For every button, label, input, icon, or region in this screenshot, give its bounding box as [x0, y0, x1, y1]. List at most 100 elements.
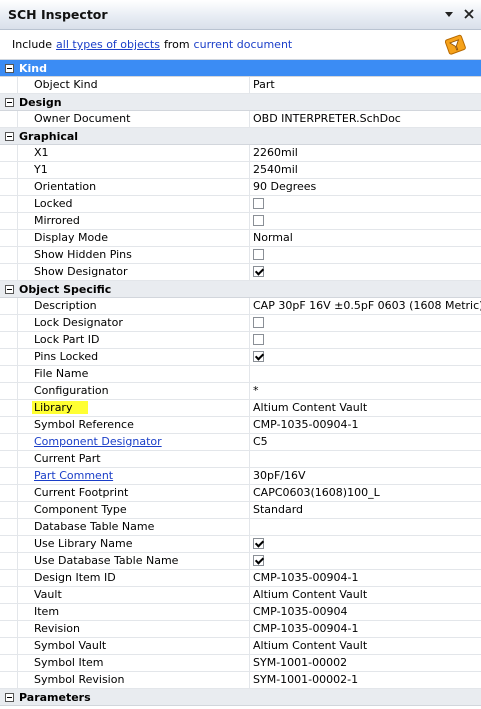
property-value[interactable]: [250, 519, 481, 535]
row-gutter: [0, 570, 18, 586]
property-row-file-name[interactable]: File Name: [0, 366, 481, 383]
property-value[interactable]: Altium Content Vault: [250, 587, 481, 603]
property-row-x1[interactable]: X1 2260mil: [0, 145, 481, 162]
sch-inspector-panel: SCH Inspector Include all types of objec…: [0, 0, 481, 709]
property-value[interactable]: CMP-1035-00904-1: [250, 621, 481, 637]
property-value-checkbox-cell[interactable]: [250, 536, 481, 552]
property-row-current-footprint[interactable]: Current Footprint CAPC0603(1608)100_L: [0, 485, 481, 502]
property-value[interactable]: Altium Content Vault: [250, 400, 481, 416]
collapse-toggle-icon[interactable]: [5, 131, 14, 141]
section-graphical: Graphical X1 2260mil Y1 2540mil Orientation 90…: [0, 128, 481, 281]
property-row-vault[interactable]: Vault Altium Content Vault: [0, 587, 481, 604]
property-row-description[interactable]: Description CAP 30pF 16V ±0.5pF 0603 (160…: [0, 298, 481, 315]
checkbox[interactable]: [253, 334, 264, 345]
property-value[interactable]: 30pF/16V: [250, 468, 481, 484]
property-row-use-database-table-name[interactable]: Use Database Table Name: [0, 553, 481, 570]
property-value-checkbox-cell[interactable]: [250, 196, 481, 212]
property-row-display-mode[interactable]: Display Mode Normal: [0, 230, 481, 247]
checkbox[interactable]: [253, 317, 264, 328]
property-row-lock-designator[interactable]: Lock Designator: [0, 315, 481, 332]
property-row-orientation[interactable]: Orientation 90 Degrees: [0, 179, 481, 196]
property-name: Symbol Vault: [18, 638, 250, 654]
property-value-checkbox-cell[interactable]: [250, 349, 481, 365]
property-value-checkbox-cell[interactable]: [250, 332, 481, 348]
property-row-object-kind[interactable]: Object Kind Part: [0, 77, 481, 94]
property-value[interactable]: Standard: [250, 502, 481, 518]
property-row-configuration[interactable]: Configuration *: [0, 383, 481, 400]
checkbox[interactable]: [253, 249, 264, 260]
property-row-library[interactable]: Library Altium Content Vault: [0, 400, 481, 417]
property-value[interactable]: [250, 366, 481, 382]
section-header-kind[interactable]: Kind: [0, 60, 481, 77]
filter-funnel-icon[interactable]: [444, 34, 467, 56]
property-value[interactable]: C5: [250, 434, 481, 450]
property-value-checkbox-cell[interactable]: [250, 213, 481, 229]
row-gutter: [0, 264, 18, 280]
property-row-part-comment[interactable]: Part Comment 30pF/16V: [0, 468, 481, 485]
property-value[interactable]: Part: [250, 77, 481, 93]
property-value[interactable]: CAP 30pF 16V ±0.5pF 0603 (1608 Metric) T…: [250, 298, 481, 314]
close-icon[interactable]: [463, 8, 475, 20]
property-value-checkbox-cell[interactable]: [250, 553, 481, 569]
property-row-component-type[interactable]: Component Type Standard: [0, 502, 481, 519]
property-row-use-library-name[interactable]: Use Library Name: [0, 536, 481, 553]
collapse-toggle-icon[interactable]: [5, 692, 14, 702]
checkbox[interactable]: [253, 555, 264, 566]
property-value[interactable]: CAPC0603(1608)100_L: [250, 485, 481, 501]
property-row-mirrored[interactable]: Mirrored: [0, 213, 481, 230]
row-gutter: [0, 434, 18, 450]
collapse-toggle-icon[interactable]: [5, 63, 14, 73]
checkbox[interactable]: [253, 266, 264, 277]
property-row-locked[interactable]: Locked: [0, 196, 481, 213]
property-value[interactable]: SYM-1001-00002: [250, 655, 481, 671]
property-row-show-designator[interactable]: Show Designator: [0, 264, 481, 281]
property-row-current-part[interactable]: Current Part: [0, 451, 481, 468]
property-value[interactable]: OBD INTERPRETER.SchDoc: [250, 111, 481, 127]
property-value[interactable]: *: [250, 383, 481, 399]
property-value[interactable]: [250, 451, 481, 467]
row-gutter: [0, 672, 18, 688]
property-name[interactable]: Part Comment: [18, 468, 250, 484]
property-value-checkbox-cell[interactable]: [250, 315, 481, 331]
title-bar: SCH Inspector: [0, 0, 481, 30]
dropdown-arrow-icon[interactable]: [443, 8, 455, 20]
property-row-show-hidden-pins[interactable]: Show Hidden Pins: [0, 247, 481, 264]
section-header-parameters[interactable]: Parameters: [0, 689, 481, 706]
property-row-design-item-id[interactable]: Design Item ID CMP-1035-00904-1: [0, 570, 481, 587]
property-row-owner-document[interactable]: Owner Document OBD INTERPRETER.SchDoc: [0, 111, 481, 128]
section-header-graphical[interactable]: Graphical: [0, 128, 481, 145]
property-value[interactable]: 2540mil: [250, 162, 481, 178]
property-value[interactable]: CMP-1035-00904-1: [250, 417, 481, 433]
property-row-symbol-vault[interactable]: Symbol Vault Altium Content Vault: [0, 638, 481, 655]
property-row-symbol-reference[interactable]: Symbol Reference CMP-1035-00904-1: [0, 417, 481, 434]
property-row-revision[interactable]: Revision CMP-1035-00904-1: [0, 621, 481, 638]
property-value[interactable]: SYM-1001-00002-1: [250, 672, 481, 688]
checkbox[interactable]: [253, 215, 264, 226]
property-value-checkbox-cell[interactable]: [250, 247, 481, 263]
section-header-object-specific[interactable]: Object Specific: [0, 281, 481, 298]
checkbox[interactable]: [253, 351, 264, 362]
property-row-pins-locked[interactable]: Pins Locked: [0, 349, 481, 366]
collapse-toggle-icon[interactable]: [5, 97, 14, 107]
property-row-lock-part-id[interactable]: Lock Part ID: [0, 332, 481, 349]
property-value[interactable]: 90 Degrees: [250, 179, 481, 195]
object-types-link[interactable]: all types of objects: [56, 38, 160, 51]
property-row-item[interactable]: Item CMP-1035-00904: [0, 604, 481, 621]
document-scope-link[interactable]: current document: [194, 38, 293, 51]
checkbox[interactable]: [253, 538, 264, 549]
section-header-design[interactable]: Design: [0, 94, 481, 111]
property-row-symbol-revision[interactable]: Symbol Revision SYM-1001-00002-1: [0, 672, 481, 689]
property-row-symbol-item[interactable]: Symbol Item SYM-1001-00002: [0, 655, 481, 672]
property-value[interactable]: Altium Content Vault: [250, 638, 481, 654]
property-value[interactable]: 2260mil: [250, 145, 481, 161]
property-name[interactable]: Component Designator: [18, 434, 250, 450]
property-value[interactable]: Normal: [250, 230, 481, 246]
collapse-toggle-icon[interactable]: [5, 284, 14, 294]
checkbox[interactable]: [253, 198, 264, 209]
property-row-y1[interactable]: Y1 2540mil: [0, 162, 481, 179]
property-row-component-designator[interactable]: Component Designator C5: [0, 434, 481, 451]
property-value[interactable]: CMP-1035-00904: [250, 604, 481, 620]
property-row-database-table-name[interactable]: Database Table Name: [0, 519, 481, 536]
property-value[interactable]: CMP-1035-00904-1: [250, 570, 481, 586]
property-value-checkbox-cell[interactable]: [250, 264, 481, 280]
